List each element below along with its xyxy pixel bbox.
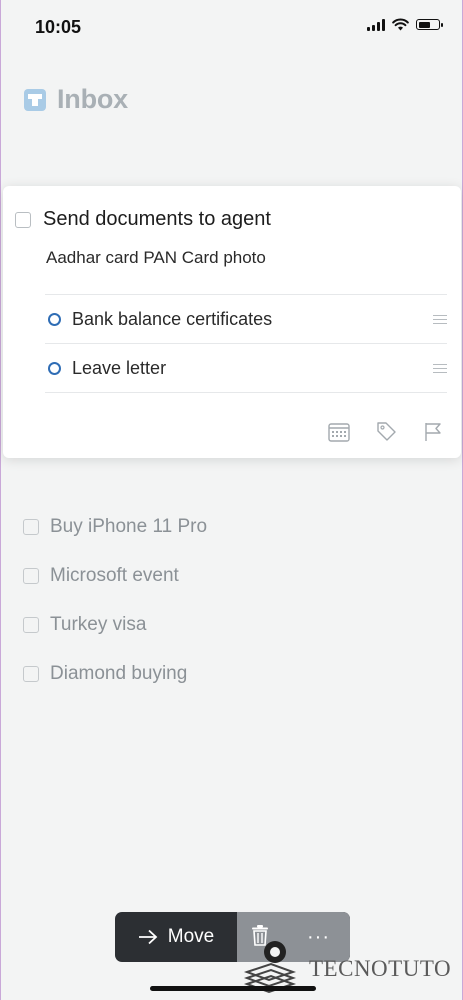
checklist-item[interactable]: Bank balance certificates bbox=[45, 295, 447, 344]
checklist-item-circle-icon[interactable] bbox=[48, 361, 61, 375]
task-label[interactable]: Diamond buying bbox=[50, 663, 187, 685]
task-complete-checkbox[interactable] bbox=[15, 211, 31, 228]
flag-icon[interactable] bbox=[423, 421, 443, 442]
list-item[interactable]: Buy iPhone 11 Pro bbox=[23, 502, 207, 551]
checklist-item-label[interactable]: Bank balance certificates bbox=[72, 309, 272, 330]
status-icons bbox=[367, 18, 443, 31]
watermark-text: TECNOTUTO bbox=[309, 956, 452, 981]
list-item[interactable]: Microsoft event bbox=[23, 551, 207, 600]
drag-handle-icon[interactable] bbox=[433, 315, 447, 324]
task-list: Buy iPhone 11 Pro Microsoft event Turkey… bbox=[23, 502, 207, 698]
checklist-item[interactable]: Leave letter bbox=[45, 344, 447, 393]
task-title[interactable]: Send documents to agent bbox=[43, 208, 271, 231]
list-item[interactable]: Turkey visa bbox=[23, 600, 207, 649]
arrow-right-icon bbox=[138, 929, 158, 945]
task-checkbox[interactable] bbox=[23, 518, 39, 535]
drag-handle-icon[interactable] bbox=[433, 364, 447, 373]
battery-icon bbox=[416, 19, 443, 30]
calendar-icon[interactable] bbox=[328, 422, 350, 442]
task-label[interactable]: Turkey visa bbox=[50, 614, 146, 636]
task-actions bbox=[328, 421, 443, 442]
move-button-label: Move bbox=[167, 926, 215, 947]
task-detail-card[interactable]: Send documents to agent Aadhar card PAN … bbox=[3, 186, 461, 458]
task-label[interactable]: Buy iPhone 11 Pro bbox=[50, 516, 207, 538]
checklist: Bank balance certificates Leave letter bbox=[45, 294, 447, 393]
status-bar: 10:05 bbox=[1, 0, 463, 56]
task-checkbox[interactable] bbox=[23, 616, 39, 633]
page-header: Inbox bbox=[23, 84, 128, 115]
list-item[interactable]: Diamond buying bbox=[23, 649, 207, 698]
page-title: Inbox bbox=[57, 84, 128, 114]
task-notes[interactable]: Aadhar card PAN Card photo bbox=[46, 248, 266, 268]
checklist-item-circle-icon[interactable] bbox=[48, 312, 61, 326]
checklist-item-label[interactable]: Leave letter bbox=[72, 358, 166, 379]
task-checkbox[interactable] bbox=[23, 665, 39, 682]
wifi-icon bbox=[392, 18, 409, 31]
task-checkbox[interactable] bbox=[23, 567, 39, 584]
move-button[interactable]: Move bbox=[115, 912, 237, 962]
task-label[interactable]: Microsoft event bbox=[50, 565, 179, 587]
status-time: 10:05 bbox=[35, 17, 82, 37]
tag-icon[interactable] bbox=[376, 421, 397, 442]
cellular-signal-icon bbox=[367, 18, 385, 31]
inbox-icon bbox=[24, 88, 46, 111]
home-indicator[interactable] bbox=[150, 986, 316, 991]
